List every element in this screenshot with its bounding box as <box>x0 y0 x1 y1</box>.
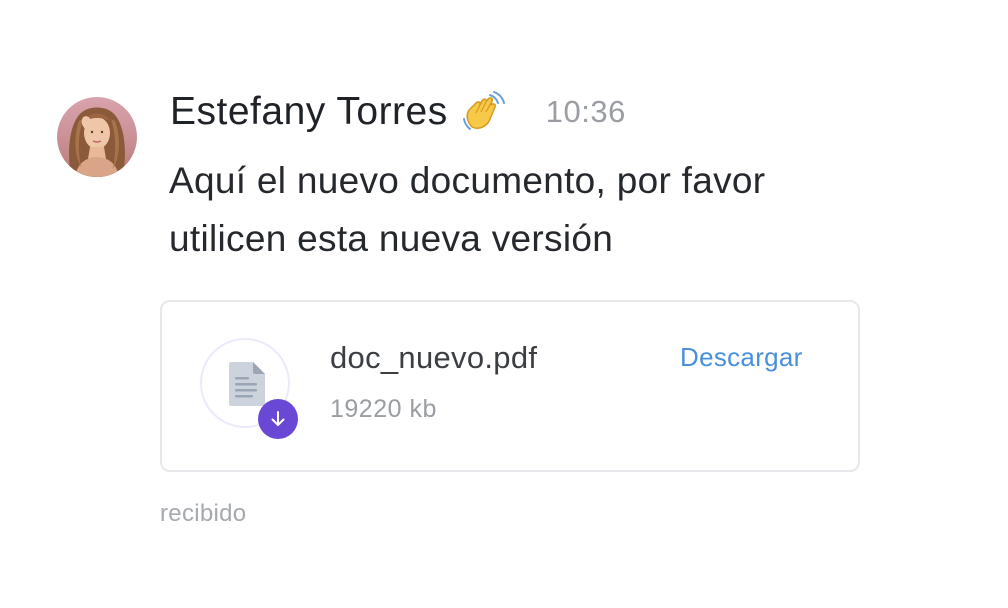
waving-hand-icon <box>460 89 506 135</box>
sender-name[interactable]: Estefany Torres <box>170 90 448 134</box>
message-status: recibido <box>160 500 247 527</box>
avatar[interactable] <box>57 97 137 177</box>
document-icon <box>229 362 265 406</box>
download-arrow-icon <box>271 411 285 426</box>
message-text: Aquí el nuevo documento, por favor utili… <box>169 160 766 259</box>
message-timestamp: 10:36 <box>545 94 626 129</box>
file-size: 19220 kb <box>330 395 437 423</box>
message-header: Estefany Torres 10:36 <box>170 84 626 140</box>
download-badge-button[interactable] <box>258 399 298 439</box>
chat-message: Estefany Torres 10:36 Aquí el nuevo docu… <box>0 0 1008 608</box>
file-attachment-card[interactable]: doc_nuevo.pdf 19220 kb Descargar <box>160 300 860 472</box>
download-link[interactable]: Descargar <box>680 342 803 373</box>
file-name[interactable]: doc_nuevo.pdf <box>330 340 537 376</box>
